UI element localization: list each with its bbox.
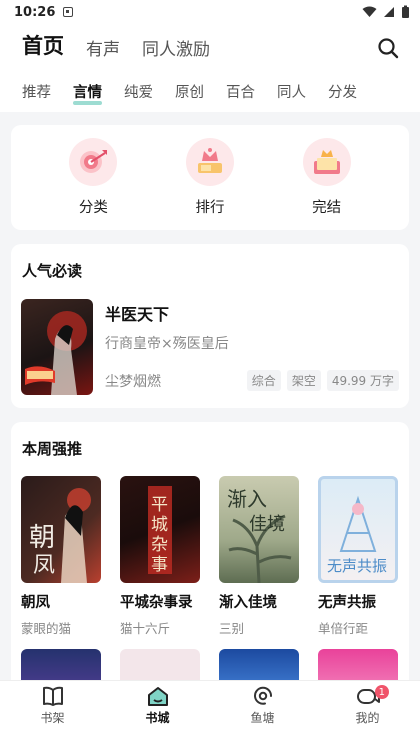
svg-text:平: 平 [151, 495, 168, 515]
book-item[interactable]: 渐入 佳境 渐入佳境 三别 [219, 476, 299, 637]
wordcount-tag: 49.99 万字 [326, 370, 399, 391]
svg-text:凤: 凤 [33, 553, 55, 578]
crown-icon [185, 138, 234, 186]
quick-label: 完结 [312, 200, 342, 216]
tab-label: 我的 [355, 711, 380, 725]
tab-audio[interactable]: 有声 [86, 35, 120, 60]
battery-icon [402, 5, 409, 18]
wifi-icon [362, 6, 377, 17]
quick-category-button[interactable]: 分类 [53, 138, 133, 217]
subtab-gl[interactable]: 百合 [226, 81, 255, 102]
book-title[interactable]: 渐入佳境 [219, 591, 299, 612]
bottom-tab-bar: 书架 书城 鱼塘 1 我的 [0, 680, 420, 730]
book-cover[interactable]: 朝 凤 [21, 476, 101, 583]
book-cover[interactable] [21, 649, 101, 680]
section-title: 人气必读 [22, 262, 83, 280]
book-item[interactable]: 平 城 杂 事 平城杂事录 猫十六斤 [120, 476, 200, 637]
svg-text:渐入: 渐入 [227, 487, 267, 511]
book-item[interactable]: 无声共振 无声共振 单倍行距 [318, 476, 398, 637]
category-tabs: 推荐 言情 纯爱 原创 百合 同人 分发 [0, 70, 420, 112]
genre-tag: 综合 [246, 370, 281, 391]
target-icon [69, 138, 118, 186]
subtab-romance[interactable]: 言情 [73, 81, 102, 105]
subtab-bl[interactable]: 纯爱 [124, 81, 153, 102]
book-author: 三别 [219, 621, 245, 636]
svg-text:无声共振: 无声共振 [327, 557, 387, 575]
quick-label: 分类 [78, 200, 108, 216]
status-bar: 10:26 [0, 0, 420, 24]
status-time: 10:26 [14, 4, 56, 20]
tab-bookstore[interactable]: 书城 [105, 681, 210, 730]
tab-profile[interactable]: 1 我的 [315, 681, 420, 730]
bookstore-icon [147, 687, 168, 706]
book-crown-icon [302, 138, 351, 186]
book-title[interactable]: 朝凤 [21, 591, 101, 612]
tab-label: 书城 [145, 711, 170, 725]
notification-icon [63, 7, 74, 17]
book-cover[interactable]: 平 城 杂 事 [120, 476, 200, 583]
more-books-row [11, 637, 409, 680]
bookshelf-icon [42, 686, 63, 706]
book-item[interactable]: 朝 凤 朝凤 蒙眼的猫 [21, 476, 101, 637]
tab-fan-incentive[interactable]: 同人激励 [142, 35, 210, 60]
book-title[interactable]: 平城杂事录 [120, 591, 200, 612]
book-author: 尘梦烟燃 [105, 373, 161, 390]
tab-label: 书架 [40, 711, 65, 725]
book-author: 猫十六斤 [120, 621, 171, 636]
book-author: 蒙眼的猫 [21, 621, 72, 636]
quick-entry-card: 分类 排行 完结 [11, 125, 409, 230]
book-cover[interactable] [219, 649, 299, 680]
tab-label: 鱼塘 [250, 711, 275, 725]
book-cover[interactable] [21, 299, 93, 395]
book-card[interactable]: 半医天下 行商皇帝×殇医皇后 尘梦烟燃 综合 架空 49.99 万字 [11, 281, 409, 395]
svg-text:城: 城 [151, 515, 168, 535]
svg-text:佳境: 佳境 [249, 514, 285, 535]
book-cover[interactable] [318, 649, 398, 680]
content-scroll[interactable]: 分类 排行 完结 人气必读 半医天下 行商皇帝×殇医皇后 尘梦烟燃 综合 架空 … [0, 112, 420, 680]
top-nav: 首页 有声 同人激励 [0, 24, 420, 70]
popular-section: 人气必读 半医天下 行商皇帝×殇医皇后 尘梦烟燃 综合 架空 49.99 万字 [11, 244, 409, 408]
section-title: 本周强推 [22, 440, 83, 458]
book-author: 单倍行距 [318, 621, 369, 636]
book-description: 行商皇帝×殇医皇后 [105, 336, 229, 352]
quick-ranking-button[interactable]: 排行 [170, 138, 250, 217]
signal-icon [384, 7, 394, 17]
quick-finished-button[interactable]: 完结 [287, 138, 367, 217]
svg-text:事: 事 [151, 555, 168, 575]
svg-text:朝: 朝 [29, 523, 55, 553]
book-cover[interactable]: 无声共振 [318, 476, 398, 583]
quick-label: 排行 [195, 200, 225, 216]
subtab-recommend[interactable]: 推荐 [22, 81, 51, 102]
book-cover[interactable] [120, 649, 200, 680]
pond-icon [253, 686, 272, 705]
subtab-fanfic[interactable]: 同人 [277, 81, 306, 102]
setting-tag: 架空 [286, 370, 321, 391]
book-title[interactable]: 无声共振 [318, 591, 398, 612]
book-cover[interactable]: 渐入 佳境 [219, 476, 299, 583]
tab-bookshelf[interactable]: 书架 [0, 681, 105, 730]
subtab-original[interactable]: 原创 [175, 81, 204, 102]
svg-text:杂: 杂 [151, 535, 168, 555]
tab-home[interactable]: 首页 [22, 30, 64, 60]
weekly-recommend-section: 本周强推 朝 凤 朝凤 蒙眼的猫 平 城 杂 事 平城杂事录 猫十六斤 渐入 佳… [11, 422, 409, 680]
tab-pond[interactable]: 鱼塘 [210, 681, 315, 730]
search-icon[interactable] [376, 36, 400, 60]
book-title[interactable]: 半医天下 [105, 301, 399, 325]
notification-badge: 1 [374, 685, 389, 699]
subtab-distribution[interactable]: 分发 [328, 81, 357, 102]
system-nav-area [0, 730, 420, 746]
